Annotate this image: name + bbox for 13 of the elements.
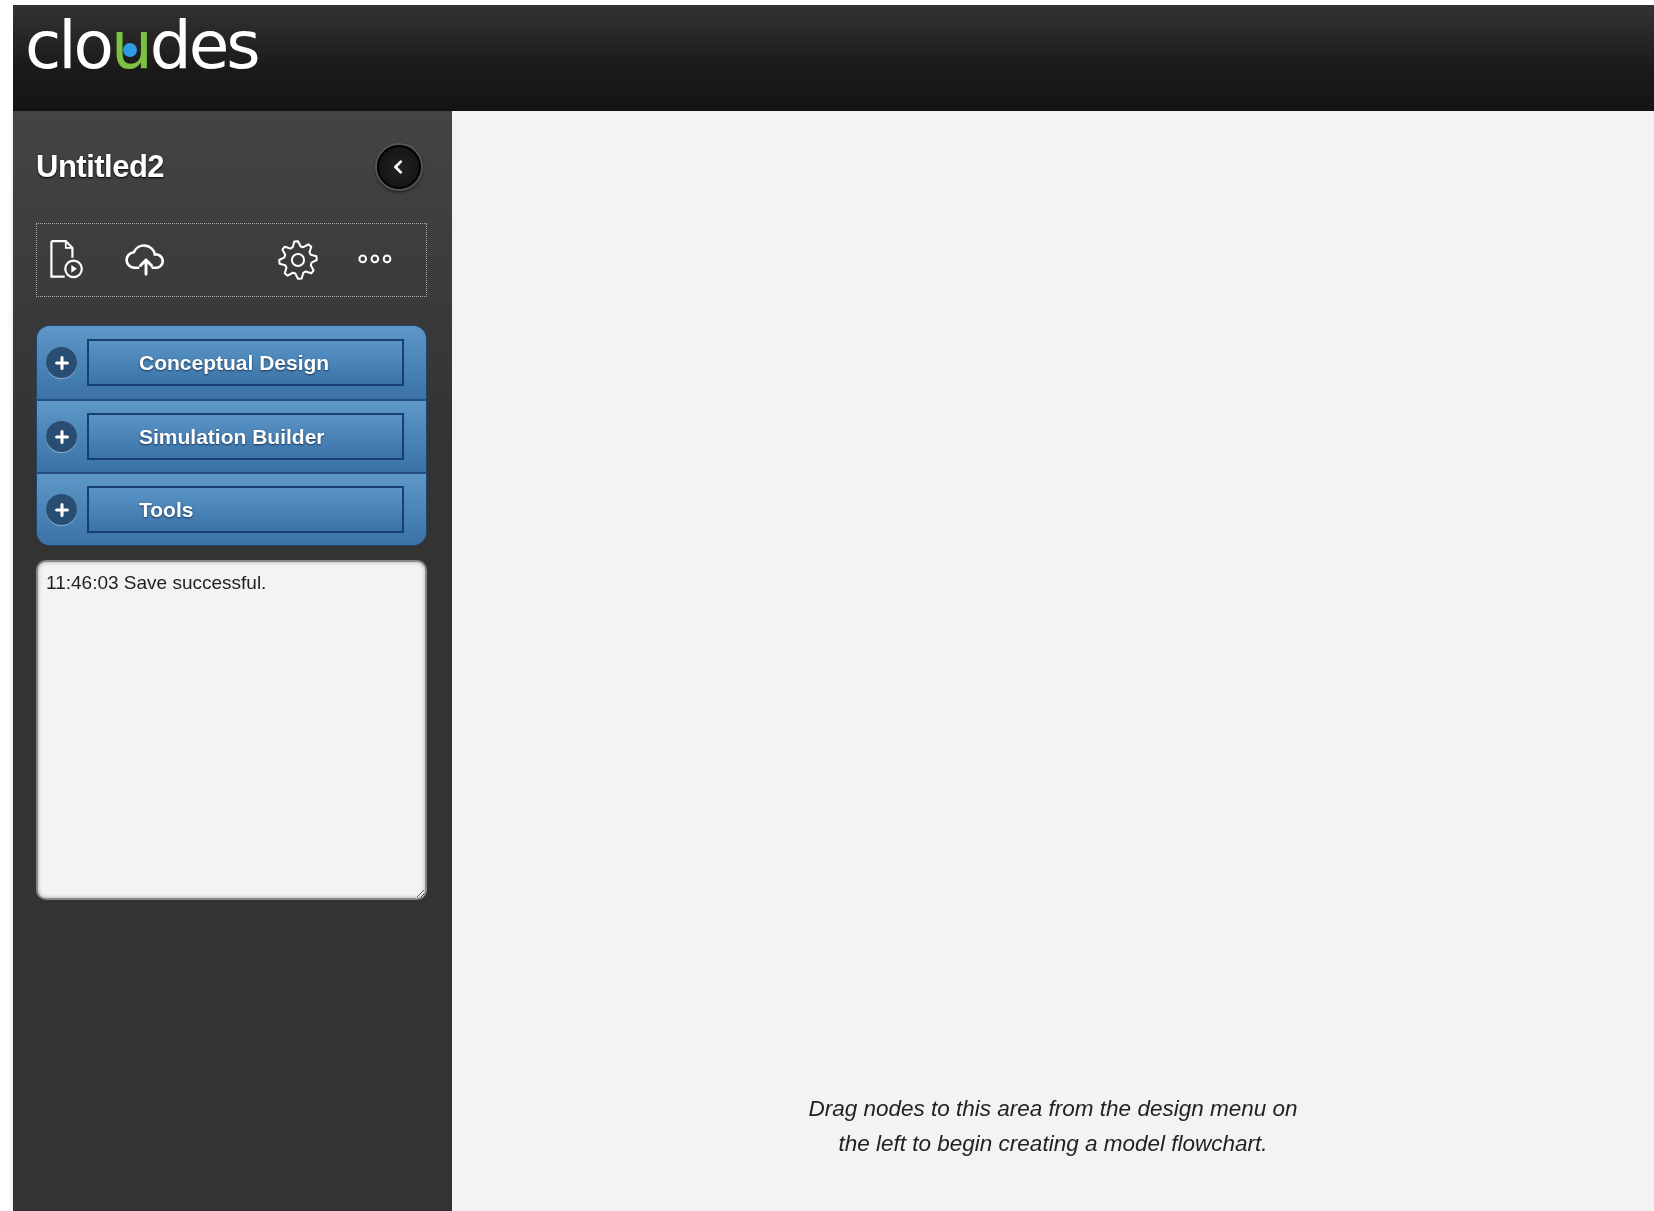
- logo[interactable]: cloudes: [25, 13, 258, 79]
- canvas-hint: Drag nodes to this area from the design menu on the left to begin creating a model flowchart.: [807, 1095, 1299, 1159]
- expand-icon[interactable]: [46, 421, 77, 452]
- canvas[interactable]: Drag nodes to this area from the design menu on the left to begin creating a model flowchart.: [452, 111, 1654, 1211]
- expand-icon[interactable]: [46, 494, 77, 525]
- section-button[interactable]: Conceptual Design: [87, 339, 404, 386]
- section-button[interactable]: Tools: [87, 486, 404, 533]
- project-title: Untitled2: [36, 149, 165, 185]
- log-field[interactable]: 11:46:03 Save successful.: [36, 560, 427, 900]
- section-button[interactable]: Simulation Builder: [87, 413, 404, 460]
- collapse-button[interactable]: [377, 145, 421, 189]
- settings-icon[interactable]: [277, 239, 319, 281]
- expand-icon[interactable]: [46, 347, 77, 378]
